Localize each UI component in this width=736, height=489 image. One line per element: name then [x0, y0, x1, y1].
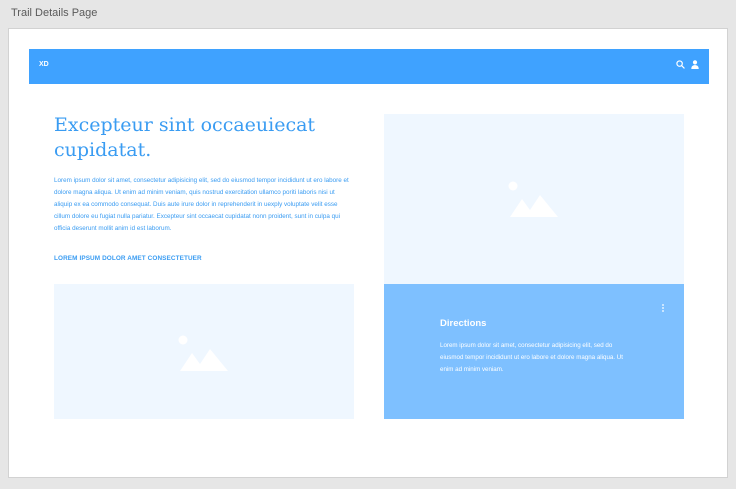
user-icon[interactable] — [691, 60, 699, 69]
image-placeholder-icon — [178, 335, 228, 371]
trail-image-top — [384, 114, 684, 284]
directions-body: Lorem ipsum dolor sit amet, consectetur … — [440, 342, 623, 373]
artboard-label: Trail Details Page — [11, 7, 98, 19]
more-vertical-icon[interactable] — [660, 303, 666, 315]
trail-image-bottom — [54, 284, 354, 419]
directions-title: Directions — [440, 318, 487, 329]
navbar: XD — [29, 49, 709, 84]
artboard: XD Excepteur sint occaeuiecat cupidatat.… — [8, 28, 728, 478]
hero-body: Lorem ipsum dolor sit amet, consectetur … — [54, 177, 349, 232]
nav-icons — [676, 60, 699, 69]
hero-title: Excepteur sint occaeuiecat cupidatat. — [54, 114, 316, 161]
logo[interactable]: XD — [39, 61, 49, 68]
hero-link[interactable]: LOREM IPSUM DOLOR AMET CONSECTETUER — [54, 255, 202, 262]
image-placeholder-icon — [508, 181, 558, 217]
search-icon[interactable] — [676, 60, 685, 69]
directions-card: Directions Lorem ipsum dolor sit amet, c… — [384, 284, 684, 419]
